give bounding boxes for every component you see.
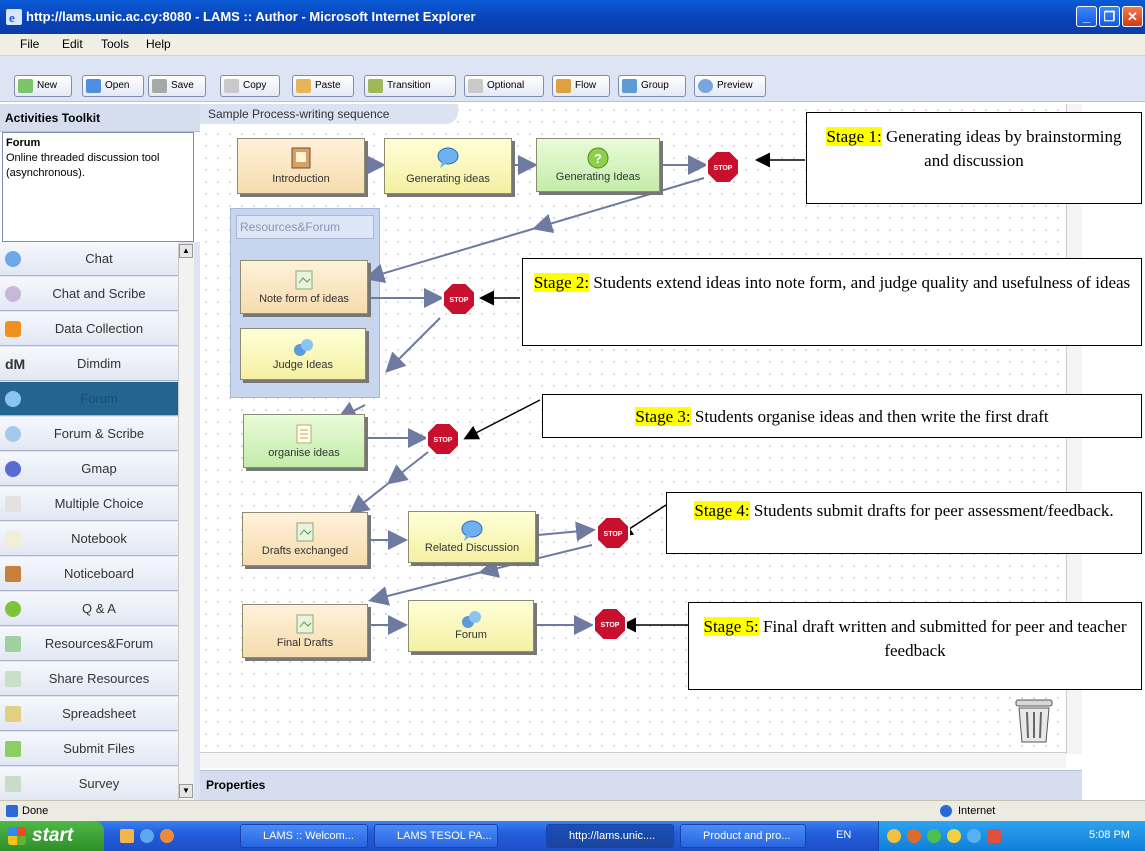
activity-generating-ideas-chat[interactable]: Generating ideas — [384, 138, 512, 194]
forum-icon — [294, 339, 313, 356]
firefox-quicklaunch-icon[interactable] — [160, 829, 174, 843]
stop-sign-icon[interactable]: STOP — [426, 422, 460, 456]
taskbar-item-lams-author[interactable]: http://lams.unic.... — [546, 824, 674, 848]
notebook-icon — [296, 424, 312, 444]
trash-bin-icon[interactable] — [1012, 696, 1056, 744]
stop-sign-icon[interactable]: STOP — [593, 607, 627, 641]
tray-icon[interactable] — [887, 829, 901, 843]
transition-line — [385, 317, 441, 373]
taskbar-item-lams-welcome[interactable]: LAMS :: Welcom... — [240, 824, 368, 848]
chat-bubble-icon — [437, 147, 459, 168]
tray-icon[interactable] — [927, 829, 941, 843]
activity-related-discussion[interactable]: Related Discussion — [408, 511, 536, 563]
ie-quicklaunch-icon[interactable] — [140, 829, 154, 843]
callout-stage-1: Stage 1: Generating ideas by brainstormi… — [806, 112, 1142, 204]
forum-icon — [462, 611, 481, 628]
tray-icon[interactable] — [947, 829, 961, 843]
svg-text:STOP: STOP — [604, 531, 623, 538]
activity-note-form[interactable]: Note form of ideas — [240, 260, 368, 314]
taskbar: start LAMS :: Welcom... LAMS TESOL PA...… — [0, 821, 1145, 851]
activity-forum[interactable]: Forum — [408, 600, 534, 652]
stop-sign-icon[interactable]: STOP — [706, 150, 740, 184]
resources-icon — [295, 270, 313, 290]
transition-line — [348, 481, 391, 515]
properties-panel-header[interactable]: Properties — [200, 770, 1082, 800]
tray-icon[interactable] — [967, 829, 981, 843]
activity-introduction[interactable]: Introduction — [237, 138, 365, 194]
tray-icon[interactable] — [907, 829, 921, 843]
show-desktop-icon[interactable] — [120, 829, 134, 843]
security-zone: Internet — [958, 805, 996, 817]
activity-generating-ideas-qa[interactable]: ? Generating Ideas — [536, 138, 660, 192]
activity-drafts-exchanged[interactable]: Drafts exchanged — [242, 512, 368, 566]
chat-bubble-icon — [461, 520, 483, 541]
noticeboard-icon — [291, 147, 311, 169]
start-button[interactable]: start — [0, 821, 104, 851]
taskbar-item-product[interactable]: Product and pro... — [680, 824, 806, 848]
transition-line — [537, 521, 596, 542]
globe-icon — [940, 805, 952, 817]
callout-stage-2: Stage 2: Students extend ideas into note… — [522, 258, 1142, 346]
tray-icon[interactable] — [987, 829, 1001, 843]
stop-sign-icon[interactable]: STOP — [596, 516, 630, 550]
transition-line — [386, 451, 429, 485]
callout-stage-5: Stage 5: Final draft written and submitt… — [688, 602, 1142, 690]
svg-text:STOP: STOP — [601, 622, 620, 629]
svg-text:?: ? — [594, 151, 602, 166]
callout-stage-4: Stage 4: Students submit drafts for peer… — [666, 492, 1142, 554]
clock: 5:08 PM — [1089, 829, 1130, 841]
language-indicator[interactable]: EN — [836, 829, 851, 841]
status-text: Done — [22, 805, 49, 817]
page-icon — [6, 805, 18, 817]
activity-organise-ideas[interactable]: organise ideas — [243, 414, 365, 468]
transition-line — [368, 571, 483, 606]
windows-logo-icon — [8, 827, 26, 845]
svg-text:STOP: STOP — [434, 437, 453, 444]
resources-icon — [296, 522, 314, 542]
status-bar: Done Internet — [0, 800, 1145, 821]
transition-line — [364, 227, 537, 284]
activity-judge-ideas[interactable]: Judge Ideas — [240, 328, 366, 380]
callout-stage-3: Stage 3: Students organise ideas and the… — [542, 394, 1142, 438]
stop-sign-icon[interactable]: STOP — [442, 282, 476, 316]
question-icon: ? — [587, 147, 609, 169]
activity-final-drafts[interactable]: Final Drafts — [242, 604, 368, 658]
resources-icon — [296, 614, 314, 634]
system-tray: 5:08 PM — [878, 821, 1145, 851]
svg-text:STOP: STOP — [450, 297, 469, 304]
svg-text:STOP: STOP — [714, 165, 733, 172]
taskbar-item-lams-tesol[interactable]: LAMS TESOL PA... — [374, 824, 498, 848]
pointer-line — [463, 399, 541, 440]
